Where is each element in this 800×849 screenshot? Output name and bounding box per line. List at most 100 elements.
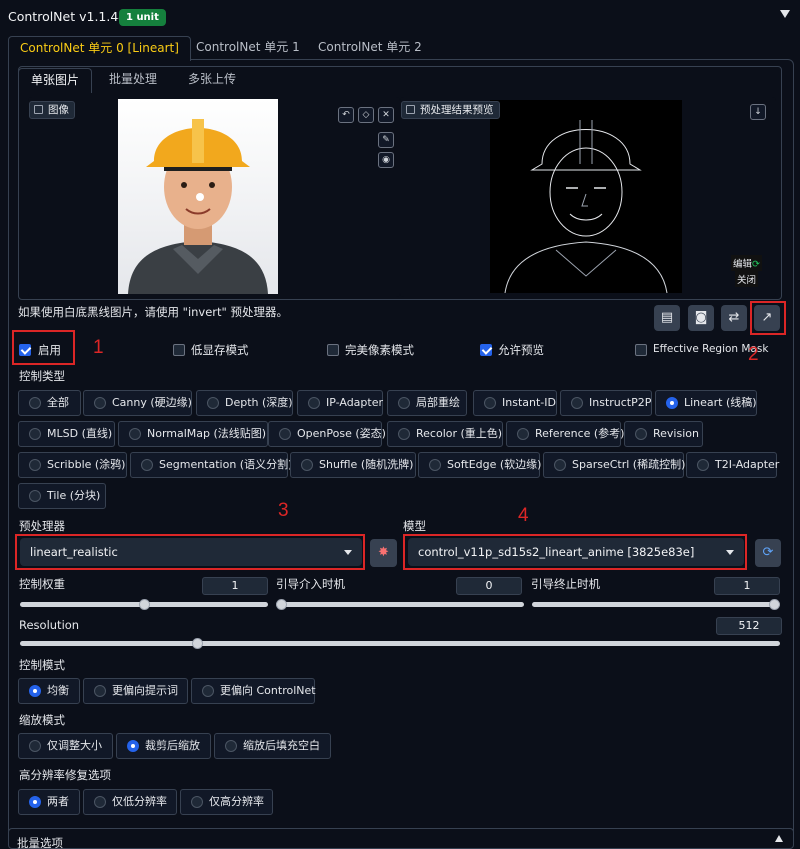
control-type-lineart[interactable]: Lineart (线稿) [655, 390, 757, 416]
edit-icon: ⟳ [752, 259, 760, 270]
radio-dot [141, 459, 153, 471]
radio-dot [94, 796, 106, 808]
radio-dot [29, 397, 41, 409]
preview-label: 预处理结果预览 [401, 101, 500, 119]
swap-icon[interactable]: ⇄ [721, 305, 747, 331]
guidance-end-label: 引导终止时机 [531, 577, 600, 591]
resize-mode-fill[interactable]: 缩放后填充空白 [214, 733, 331, 759]
control-type-tile[interactable]: Tile (分块) [18, 483, 106, 509]
control-type-revision[interactable]: Revision [624, 421, 703, 447]
guidance-start-label: 引导介入时机 [276, 577, 345, 591]
enable-checkbox[interactable] [19, 344, 31, 356]
hires-fix-high-only[interactable]: 仅高分辨率 [180, 789, 273, 815]
download-icon[interactable]: ↓ [750, 104, 766, 120]
control-type-softedge[interactable]: SoftEdge (软边缘) [418, 452, 541, 478]
control-type-instant-id[interactable]: Instant-ID [473, 390, 557, 416]
radio-dot [635, 428, 647, 440]
tab-unit-2[interactable]: ControlNet 单元 2 [307, 36, 433, 60]
radio-dot [29, 796, 41, 808]
control-type-depth[interactable]: Depth (深度) [196, 390, 293, 416]
triangle-down-icon[interactable] [780, 10, 790, 18]
annotation-number-2: 2 [748, 344, 759, 365]
camera-icon[interactable]: ◙ [688, 305, 714, 331]
tab-batch[interactable]: 批量处理 [97, 68, 169, 92]
model-label: 模型 [403, 519, 426, 533]
image-upload-area[interactable] [28, 97, 400, 297]
undo-icon[interactable]: ↶ [338, 107, 354, 123]
control-type-openpose[interactable]: OpenPose (姿态) [268, 421, 386, 447]
radio-dot [29, 428, 41, 440]
edit-preview-button[interactable]: 编辑⟳ [731, 255, 762, 271]
document-icon[interactable]: ▤ [654, 305, 680, 331]
pixel-perfect-checkbox[interactable] [327, 344, 339, 356]
control-mode-prompt[interactable]: 更偏向提示词 [83, 678, 188, 704]
control-type-reference[interactable]: Reference (参考) [506, 421, 624, 447]
resize-mode-crop[interactable]: 裁剪后缩放 [116, 733, 211, 759]
tab-single-image[interactable]: 单张图片 [18, 68, 93, 93]
color-icon[interactable]: ◉ [378, 152, 394, 168]
low-vram-label: 低显存模式 [191, 343, 249, 357]
resize-mode-just-resize[interactable]: 仅调整大小 [18, 733, 113, 759]
hires-fix-both[interactable]: 两者 [18, 789, 80, 815]
radio-dot [29, 685, 41, 697]
allow-preview-label: 允许预览 [498, 343, 544, 357]
guidance-start-handle[interactable] [276, 599, 287, 610]
batch-options-accordion[interactable]: 批量选项 [8, 828, 794, 849]
guidance-end-slider[interactable] [532, 602, 780, 607]
guidance-start-input[interactable]: 0 [456, 577, 522, 595]
radio-dot [29, 740, 41, 752]
control-mode-balanced[interactable]: 均衡 [18, 678, 80, 704]
guidance-start-slider[interactable] [276, 602, 524, 607]
radio-dot [29, 490, 41, 502]
annotation-box-4 [403, 534, 747, 570]
control-type-recolor[interactable]: Recolor (重上色) [387, 421, 503, 447]
pixel-perfect-label: 完美像素模式 [345, 343, 414, 357]
triangle-up-icon [775, 835, 783, 842]
control-type-instructp2p[interactable]: InstructP2P [560, 390, 652, 416]
control-type-all[interactable]: 全部 [18, 390, 81, 416]
control-weight-input[interactable]: 1 [202, 577, 268, 595]
radio-dot [29, 459, 41, 471]
radio-dot [571, 397, 583, 409]
tab-unit-0[interactable]: ControlNet 单元 0 [Lineart] [8, 36, 191, 61]
close-preview-button[interactable]: 关闭 [735, 271, 759, 287]
control-type-canny[interactable]: Canny (硬边缘) [83, 390, 192, 416]
tab-multi-upload[interactable]: 多张上传 [176, 68, 248, 92]
guidance-end-input[interactable]: 1 [714, 577, 780, 595]
tab-unit-1[interactable]: ControlNet 单元 1 [185, 36, 311, 60]
resolution-slider[interactable] [20, 641, 780, 646]
close-icon[interactable]: ✕ [378, 107, 394, 123]
resolution-input[interactable]: 512 [716, 617, 782, 635]
low-vram-checkbox[interactable] [173, 344, 185, 356]
radio-dot [484, 397, 496, 409]
brush-icon[interactable]: ✎ [378, 132, 394, 148]
control-type-shuffle[interactable]: Shuffle (随机洗牌) [290, 452, 416, 478]
guidance-end-handle[interactable] [769, 599, 780, 610]
radio-dot [129, 428, 141, 440]
radio-dot [666, 397, 678, 409]
hires-fix-low-only[interactable]: 仅低分辨率 [83, 789, 177, 815]
allow-preview-checkbox[interactable] [480, 344, 492, 356]
region-mask-checkbox[interactable] [635, 344, 647, 356]
radio-dot [279, 428, 291, 440]
control-type-label: 控制类型 [19, 369, 65, 383]
control-type-sparsectrl[interactable]: SparseCtrl (稀疏控制) [543, 452, 685, 478]
input-portrait-image [118, 99, 278, 294]
refresh-icon[interactable]: ⟳ [755, 539, 781, 567]
radio-dot [398, 428, 410, 440]
control-type-mlsd[interactable]: MLSD (直线) [18, 421, 115, 447]
control-type-t2i-adapter[interactable]: T2I-Adapter [686, 452, 779, 478]
image-label: 图像 [29, 101, 75, 119]
control-type-scribble[interactable]: Scribble (涂鸦) [18, 452, 127, 478]
control-mode-controlnet[interactable]: 更偏向 ControlNet [191, 678, 316, 704]
control-type-normalmap[interactable]: NormalMap (法线贴图) [118, 421, 268, 447]
explosion-icon[interactable]: ✸ [370, 539, 397, 567]
radio-dot [202, 685, 214, 697]
radio-dot [308, 397, 320, 409]
control-type-inpaint[interactable]: 局部重绘 [387, 390, 467, 416]
control-type-ip-adapter[interactable]: IP-Adapter [297, 390, 383, 416]
eraser-icon[interactable]: ◇ [358, 107, 374, 123]
control-weight-handle[interactable] [138, 599, 150, 610]
annotation-box-2 [750, 301, 786, 335]
control-type-segmentation[interactable]: Segmentation (语义分割) [130, 452, 292, 478]
